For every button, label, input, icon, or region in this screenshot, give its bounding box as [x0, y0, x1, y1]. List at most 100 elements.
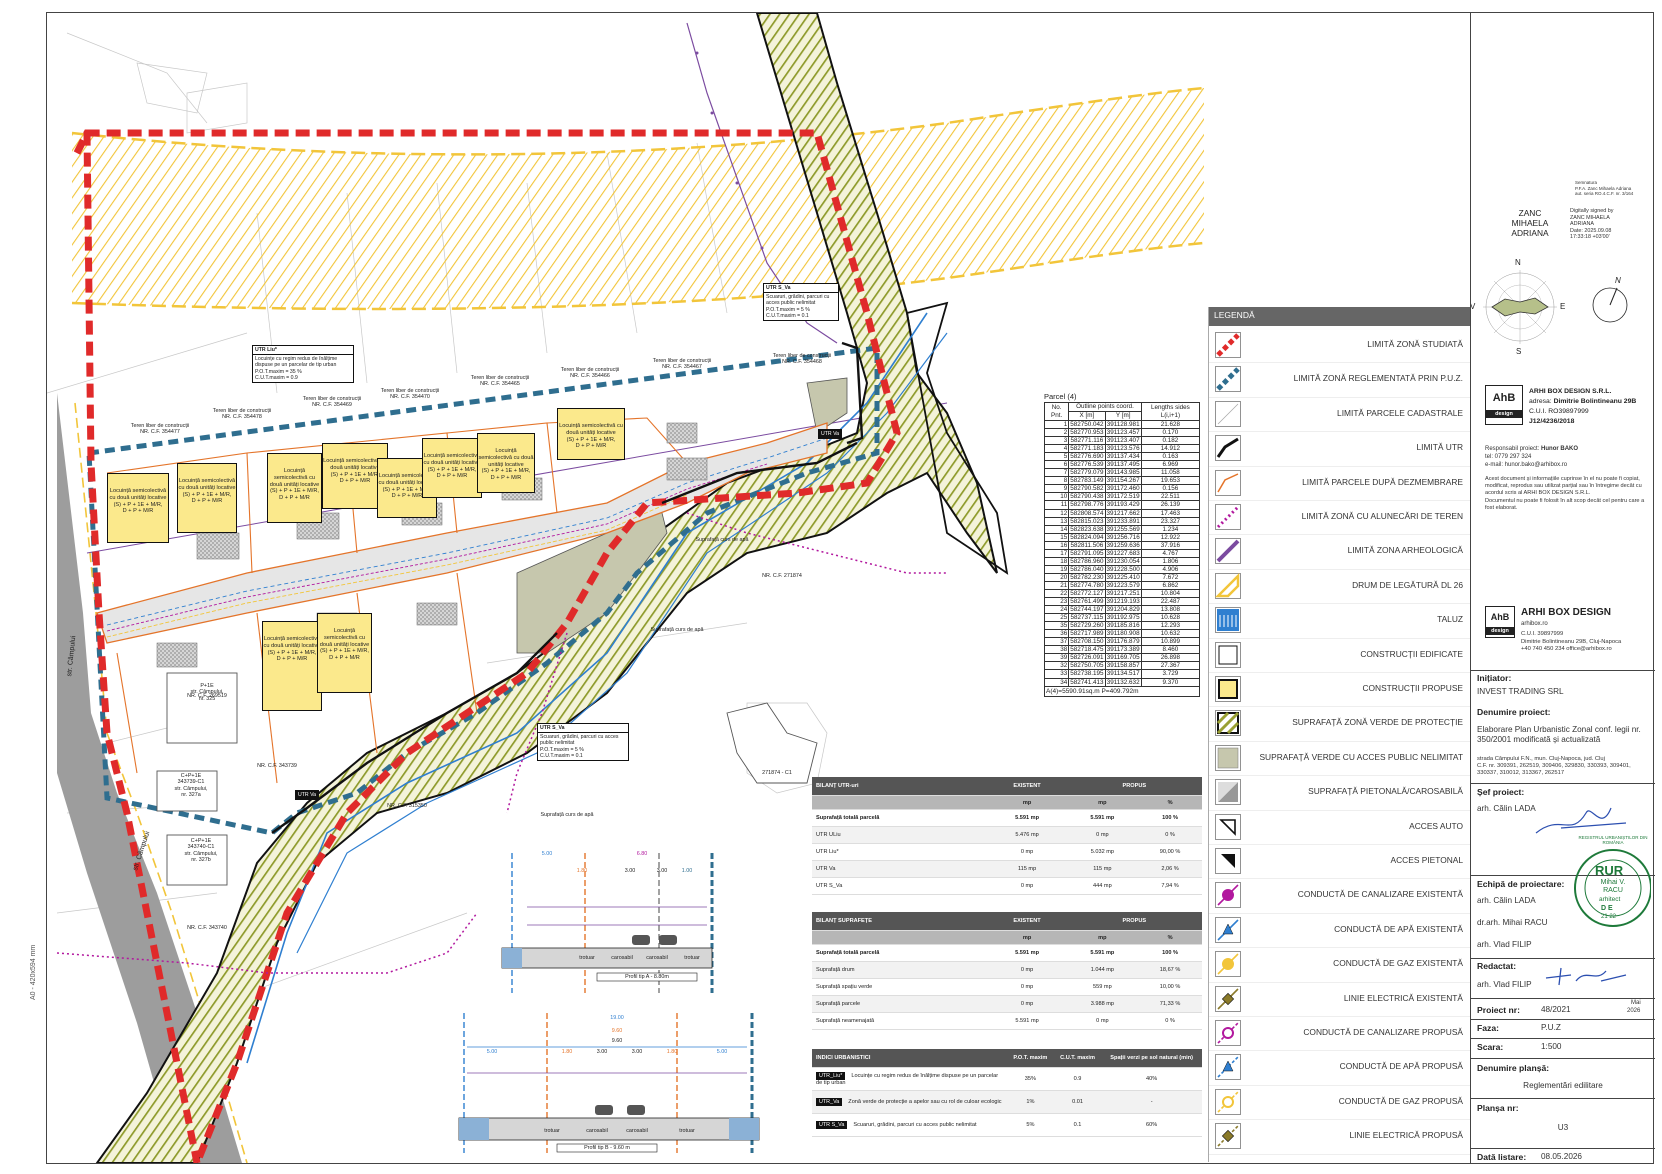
rur-code: 21 22 [1601, 914, 1617, 920]
parcel-cell: 1 [1043, 419, 1070, 430]
indici-cell: UTR_Va Zonă verde de protecție a apelor s… [812, 1090, 1007, 1114]
parcel-cell: 582823.638 [1068, 524, 1106, 534]
profile-dim: 1.00 [681, 868, 693, 874]
parcel-cell: 391128.981 [1104, 419, 1142, 430]
copyright-notice: Acest document și informațiile cuprinse … [1485, 476, 1645, 511]
company-address: Dimitrie Bolintineanu 29B [1553, 398, 1637, 405]
table-cell: Suprafață spațiu verde [812, 978, 988, 996]
table-row: UTR Liu* 0 mp 5.032 mp 90,00 % [812, 843, 1202, 861]
table-cell: 0 % [1138, 826, 1202, 844]
col-existent: EXISTENT [987, 777, 1067, 796]
apa-propus-icon [1215, 1054, 1241, 1081]
profile-dim: 19.00 [610, 1015, 624, 1021]
parcel-cell: 21 [1043, 580, 1070, 590]
map-label: C+P+1E 343739-C1 str. Câmpului, nr. 327a [174, 773, 208, 799]
legend-item: CONSTRUCȚII EDIFICATE [1209, 638, 1471, 673]
parcel-cell: 391230.054 [1104, 556, 1142, 566]
bilant-supr-table: BILANȚ SUPRAFEȚE EXISTENT PROPUS mp mp% Sup… [812, 912, 1202, 1030]
indici-cell: 0.01 [1053, 1090, 1102, 1114]
col-existent: EXISTENT [987, 912, 1067, 931]
unit: % [1138, 930, 1202, 945]
utr-code: UTR S_Va [816, 1121, 848, 1129]
logo-sub: design [1486, 627, 1514, 635]
parcel-cell: 25 [1043, 613, 1070, 623]
parcel-table: Parcel (4) No. Pnt. Outline points coord… [1043, 392, 1201, 697]
plan-name: Reglementări edilitare [1523, 1081, 1603, 1090]
parcel-cell: 391227.683 [1104, 548, 1142, 558]
print-date-label: Dată listare: [1477, 1152, 1527, 1162]
parcel-cell: 19.653 [1140, 476, 1201, 486]
address-label: adresa: [1529, 398, 1552, 405]
utr-box: UTR S_Va Scuaruri, grădini, parcuri cu ac… [537, 723, 629, 762]
parcel-row: 15 582824.094 391256.716 12.922 [1043, 532, 1201, 542]
parcel-cell: 16 [1043, 540, 1070, 550]
parcel-cell: 4.906 [1140, 564, 1201, 574]
parcel-cell: 37.916 [1140, 540, 1201, 550]
parcel-cell: 12 [1043, 508, 1070, 518]
legend-item: DRUM DE LEGĂTURĂ DL 26 [1209, 569, 1471, 605]
parcel-cell: 391123.576 [1104, 444, 1142, 454]
parcel-cell: 582815.023 [1068, 516, 1106, 526]
profile-a-title: Profil tip A - 8.80m [625, 974, 669, 980]
table-cell: 90,00 % [1138, 843, 1202, 861]
table-cell: 559 mp [1066, 978, 1139, 996]
table-row: UTR ULiu 5.476 mp 0 mp 0 % [812, 826, 1202, 844]
parcel-cell: 391192.975 [1104, 613, 1142, 623]
parcel-cell: 582774.780 [1068, 580, 1106, 590]
parcel-cell: 582771.116 [1068, 436, 1106, 446]
unit: mp [987, 930, 1067, 945]
parcel-cell: 8.460 [1140, 645, 1201, 655]
profile-dim: 9.60 [611, 1028, 623, 1034]
blue-dash-line-icon [1215, 366, 1241, 393]
parcel-cell: 4 [1043, 444, 1070, 454]
parcel-row: 13 582815.023 391233.891 23.327 [1043, 516, 1201, 526]
table-cell: 1.044 mp [1066, 961, 1139, 979]
utr-box-text: Scuaruri, grădini, parcuri cu acces publ… [766, 294, 830, 319]
parcel-cell: 5 [1043, 452, 1070, 462]
legend-label: LIMITĂ ZONĂ CU ALUNECĂRI DE TEREN [1301, 511, 1463, 521]
bilant-supr-title: BILANȚ SUPRAFEȚE [812, 912, 988, 931]
table-cell: UTR Va [812, 860, 988, 878]
parcel-cell: 35 [1043, 621, 1070, 631]
proposed-building: Locuință semicolectivă cu două unități l… [262, 621, 322, 711]
legend-item: CONSTRUCȚII PROPUSE [1209, 672, 1471, 708]
col-pot: P.O.T. maxim [1007, 1049, 1054, 1068]
gaz-existent-icon [1215, 951, 1241, 978]
legend-label: LINIE ELECTRICĂ EXISTENTĂ [1343, 992, 1463, 1003]
legend: LEGENDĂ LIMITĂ ZONĂ STUDIATĂ LIMITĂ ZONĂ … [1208, 307, 1471, 1162]
parcel-row: 21 582774.780 391223.579 6.862 [1043, 580, 1201, 590]
map-label: C+P+1E 343740-C1 str. Câmpului, nr. 327b [184, 838, 218, 864]
phase-label: Faza: [1477, 1023, 1499, 1033]
legend-item: CONDUCTĂ DE CANALIZARE EXISTENTĂ [1209, 878, 1471, 914]
map-label: Teren liber de construcții NR. C.F. 3544… [212, 408, 272, 421]
parcel-cell: 7.672 [1140, 572, 1201, 582]
parcel-cell: 582737.115 [1068, 613, 1106, 623]
team-member: arh. Călin LADA [1477, 896, 1536, 905]
parcel-cell: 4.767 [1140, 548, 1201, 558]
parcel-cell: 22.511 [1140, 492, 1201, 502]
parcel-row: 10 582790.438 391172.519 22.511 [1043, 492, 1201, 502]
legend-item: CONDUCTĂ DE CANALIZARE PROPUSĂ [1209, 1016, 1471, 1052]
legend-item: LIMITĂ ZONĂ STUDIATĂ [1209, 328, 1471, 364]
unit: mp [1066, 795, 1139, 810]
unit: mp [1066, 930, 1139, 945]
table-row: Suprafață totală parcelă 5.591 mp 5.591 mp… [812, 809, 1202, 827]
table-row: Suprafață drum 0 mp 1.044 mp 18,67 % [812, 961, 1202, 979]
initiator-label: Inițiator: [1477, 673, 1512, 683]
table-cell: 5.591 mp [987, 1012, 1067, 1030]
indici-cell: 60% [1101, 1113, 1202, 1137]
resp-name: Hunor BAKO [1541, 446, 1579, 452]
table-row: Suprafață totală parcelă 5.591 mp 5.591 mp… [812, 944, 1202, 962]
parcel-cell: 11 [1043, 500, 1070, 510]
table-row: UTR Va 115 mp 115 mp 2,06 % [812, 860, 1202, 878]
rur-stamp: RUR Mihai V. RACU arhitect D E 21 22 REG… [1571, 833, 1652, 943]
parcel-cell: 391172.519 [1104, 492, 1142, 502]
utr-description: Scuaruri, grădini, parcuri cu acces publ… [853, 1122, 977, 1128]
parcel-row: 25 582737.115 391192.975 10.628 [1043, 613, 1201, 623]
legend-item: CONDUCTĂ DE APĂ EXISTENTĂ [1209, 913, 1471, 949]
col-x: X [m] [1068, 411, 1106, 421]
legend-item: SUPRAFAȚĂ ZONĂ VERDE DE PROTECȚIE [1209, 706, 1471, 742]
profile-dim: 3.00 [596, 1049, 608, 1055]
map-label: NR. C.F. 315350 [387, 803, 427, 809]
parcel-cell: 3.729 [1140, 669, 1201, 679]
